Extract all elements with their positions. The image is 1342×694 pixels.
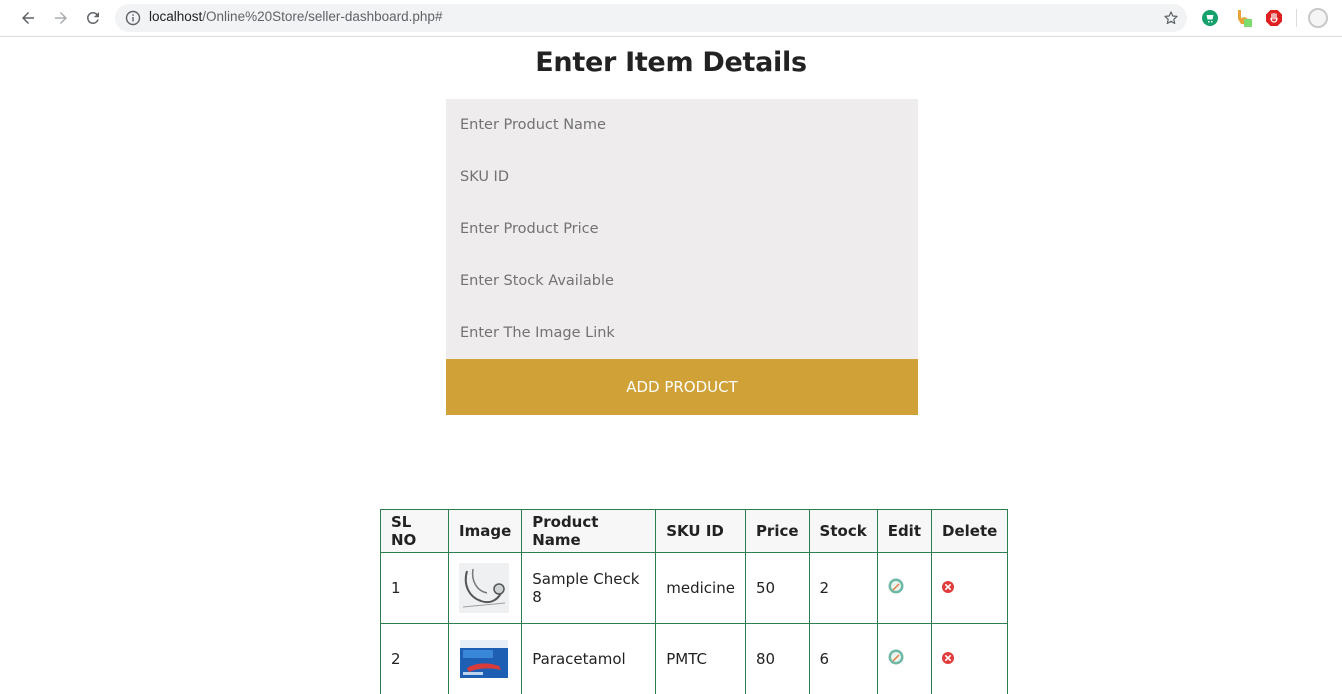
add-product-button[interactable]: ADD PRODUCT [446,359,918,415]
delete-icon[interactable] [942,652,954,664]
adblock-extension-icon[interactable] [1265,9,1283,27]
cell-stock: 2 [808,552,878,624]
toolbar-divider [1296,9,1297,27]
image-link-input[interactable] [446,307,918,359]
delete-icon[interactable] [942,581,954,593]
cell-price: 80 [744,623,810,694]
back-button[interactable] [16,6,40,30]
header-product-name: Product Name [521,509,657,553]
product-table: SL NO Image Product Name SKU ID Price St… [380,509,1009,694]
pointer-extension-icon[interactable] [1235,9,1253,27]
header-sl-no: SL NO [380,509,449,553]
reload-icon [86,11,99,24]
header-sku-id: SKU ID [655,509,746,553]
table-header-row: SL NO Image Product Name SKU ID Price St… [380,509,1009,553]
cell-sku-id: medicine [655,552,746,624]
reload-button[interactable] [81,6,105,30]
cell-stock: 6 [808,623,878,694]
url-path: /Online%20Store/seller-dashboard.php# [202,9,443,24]
header-stock: Stock [808,509,878,553]
stethoscope-image [459,563,509,613]
back-arrow-icon [22,12,34,24]
forward-button[interactable] [49,6,73,30]
table-row: 2 Paracetamol PMTC 80 6 [380,623,1009,694]
cell-image [447,552,523,624]
table-row: 1 Sample Check 8 medicine 50 2 [380,552,1009,624]
cell-product-name: Sample Check 8 [521,552,657,624]
cell-product-name: Paracetamol [521,623,657,694]
info-icon[interactable] [125,10,141,26]
cell-price: 50 [744,552,810,624]
product-name-input[interactable] [446,99,918,151]
edit-icon[interactable] [888,578,904,594]
cell-delete [930,552,1009,624]
paracetamol-box-image [459,634,509,684]
url-host: localhost [149,9,203,24]
url-text: localhost/Online%20Store/seller-dashboar… [149,9,442,24]
cell-edit [876,552,933,624]
page-title: Enter Item Details [535,47,807,78]
bookmark-star-icon[interactable] [1163,10,1179,26]
forward-arrow-icon [55,12,67,24]
browser-toolbar: localhost/Online%20Store/seller-dashboar… [0,0,1342,37]
cell-edit [876,623,933,694]
address-bar[interactable]: localhost/Online%20Store/seller-dashboar… [115,4,1187,32]
add-item-form: ADD PRODUCT [446,99,918,415]
cell-sl-no: 2 [380,623,449,694]
profile-avatar-icon[interactable] [1308,8,1328,28]
header-price: Price [744,509,810,553]
green-extension-icon[interactable] [1201,9,1219,27]
header-edit: Edit [876,509,933,553]
cell-sl-no: 1 [380,552,449,624]
header-delete: Delete [930,509,1009,553]
stock-available-input[interactable] [446,255,918,307]
edit-icon[interactable] [888,649,904,665]
sku-id-input[interactable] [446,151,918,203]
cell-sku-id: PMTC [655,623,746,694]
header-image: Image [447,509,523,553]
product-price-input[interactable] [446,203,918,255]
cell-image [447,623,523,694]
cell-delete [930,623,1009,694]
